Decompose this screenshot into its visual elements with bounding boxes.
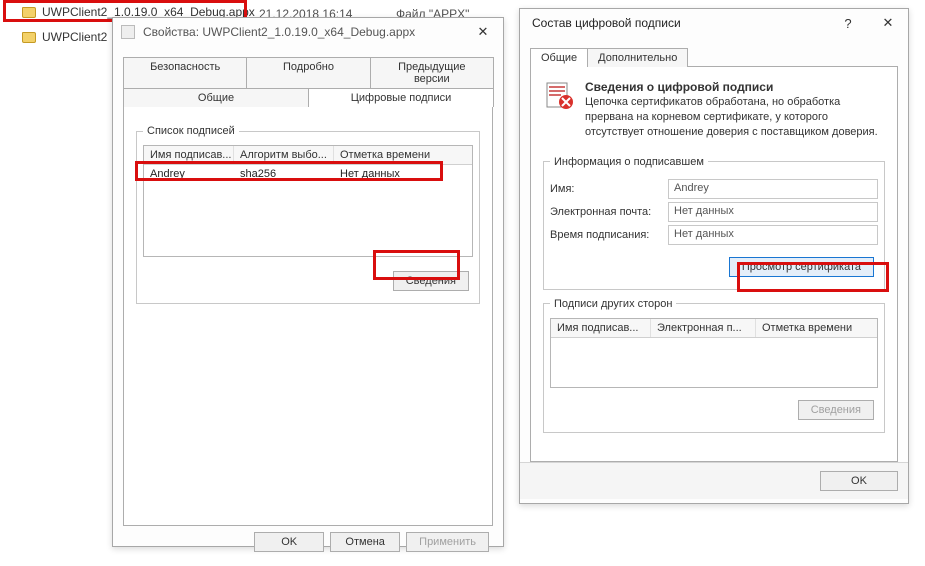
signer-info-legend: Информация о подписавшем (550, 156, 708, 168)
details-button[interactable]: Сведения (393, 271, 469, 291)
info-text: Цепочка сертификатов обработана, но обра… (585, 95, 885, 140)
signature-row[interactable]: Andrey sha256 Нет данных (144, 165, 472, 183)
field-email: Нет данных (668, 202, 878, 222)
details-button[interactable]: Сведения (798, 400, 874, 420)
col-email[interactable]: Электронная п... (651, 319, 756, 337)
col-signer[interactable]: Имя подписав... (144, 146, 234, 164)
tab-details[interactable]: Подробно (246, 57, 370, 88)
dialog-buttons: OK Отмена Применить (123, 526, 493, 558)
tab-general[interactable]: Общие (530, 48, 588, 67)
dialog-bottom-bar: OK (520, 462, 908, 499)
tab-general[interactable]: Общие (123, 88, 309, 107)
tab-advanced[interactable]: Дополнительно (587, 48, 688, 67)
titlebar[interactable]: Свойства: UWPClient2_1.0.19.0_x64_Debug.… (113, 18, 503, 46)
titlebar[interactable]: Состав цифровой подписи ? ✕ (520, 9, 908, 37)
field-time: Нет данных (668, 225, 878, 245)
signature-details-dialog: Состав цифровой подписи ? ✕ Общие Дополн… (519, 8, 909, 504)
form-row-name: Имя: Andrey (550, 179, 878, 199)
cell-timestamp: Нет данных (334, 165, 472, 183)
cell-algorithm: sha256 (234, 165, 334, 183)
col-signer[interactable]: Имя подписав... (551, 319, 651, 337)
label-name: Имя: (550, 183, 668, 195)
tab-panel-general: Сведения о цифровой подписи Цепочка серт… (530, 66, 898, 462)
folder-icon (22, 7, 36, 18)
file-name: UWPClient2 (42, 30, 107, 44)
signatures-legend: Список подписей (143, 125, 239, 137)
countersignatures-group: Подписи других сторон Имя подписав... Эл… (543, 298, 885, 433)
signatures-group: Список подписей Имя подписав... Алгоритм… (136, 125, 480, 304)
tabstrip: Общие Дополнительно (530, 47, 898, 66)
col-algorithm[interactable]: Алгоритм выбо... (234, 146, 334, 164)
col-timestamp[interactable]: Отметка времени (334, 146, 472, 164)
view-certificate-button[interactable]: Просмотр сертификата (729, 257, 874, 277)
form-row-time: Время подписания: Нет данных (550, 225, 878, 245)
ok-button[interactable]: OK (254, 532, 324, 552)
signature-info-header: Сведения о цифровой подписи Цепочка серт… (541, 75, 887, 148)
label-time: Время подписания: (550, 229, 668, 241)
cancel-button[interactable]: Отмена (330, 532, 400, 552)
label-email: Электронная почта: (550, 206, 668, 218)
col-timestamp[interactable]: Отметка времени (756, 319, 877, 337)
app-icon (121, 25, 135, 39)
listview-header: Имя подписав... Электронная п... Отметка… (551, 319, 877, 338)
tab-security[interactable]: Безопасность (123, 57, 247, 88)
info-title: Сведения о цифровой подписи (585, 79, 885, 95)
help-button[interactable]: ? (828, 9, 868, 37)
countersignatures-legend: Подписи других сторон (550, 298, 676, 310)
certificate-warning-icon (543, 79, 575, 111)
tab-prev-versions[interactable]: Предыдущие версии (370, 57, 494, 88)
field-name: Andrey (668, 179, 878, 199)
properties-dialog: Свойства: UWPClient2_1.0.19.0_x64_Debug.… (112, 17, 504, 547)
tabstrip: Безопасность Подробно Предыдущие версии … (123, 56, 493, 106)
countersignatures-listview[interactable]: Имя подписав... Электронная п... Отметка… (550, 318, 878, 388)
close-button[interactable]: ✕ (463, 18, 503, 46)
folder-icon (22, 32, 36, 43)
close-button[interactable]: ✕ (868, 9, 908, 37)
tab-digital-signatures[interactable]: Цифровые подписи (308, 88, 494, 107)
signer-info-group: Информация о подписавшем Имя: Andrey Эле… (543, 156, 885, 290)
explorer-file-row[interactable]: UWPClient2 (22, 30, 107, 44)
apply-button[interactable]: Применить (406, 532, 489, 552)
tab-panel-signatures: Список подписей Имя подписав... Алгоритм… (123, 106, 493, 526)
listview-header: Имя подписав... Алгоритм выбо... Отметка… (144, 146, 472, 165)
signatures-listview[interactable]: Имя подписав... Алгоритм выбо... Отметка… (143, 145, 473, 257)
cell-signer: Andrey (144, 165, 234, 183)
ok-button[interactable]: OK (820, 471, 898, 491)
form-row-email: Электронная почта: Нет данных (550, 202, 878, 222)
